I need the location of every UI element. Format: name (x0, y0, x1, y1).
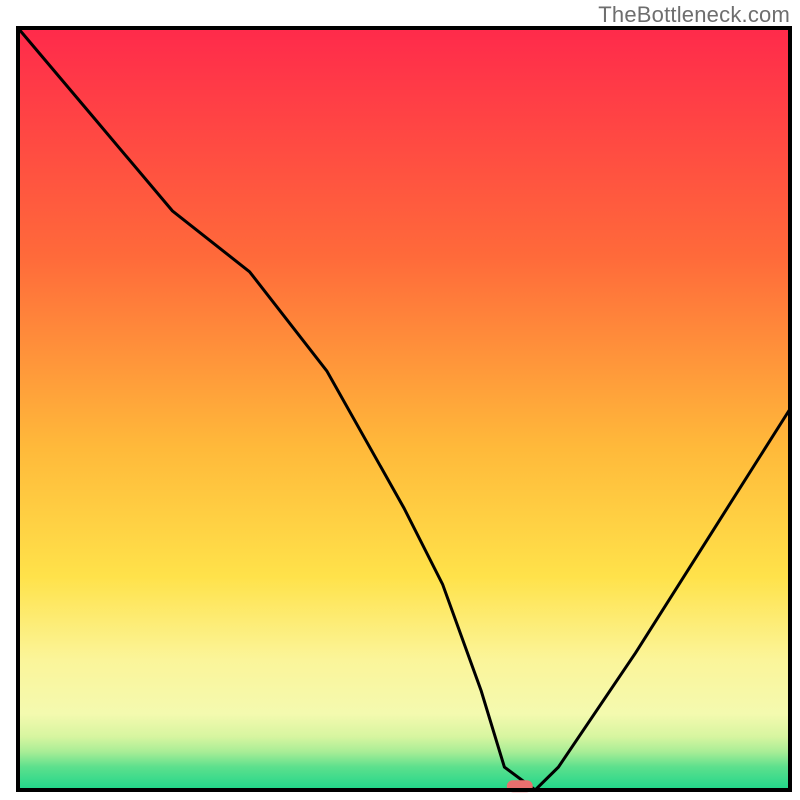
chart-container: TheBottleneck.com (0, 0, 800, 800)
gradient-background (18, 28, 790, 790)
watermark-text: TheBottleneck.com (598, 2, 790, 28)
bottleneck-chart (0, 0, 800, 800)
